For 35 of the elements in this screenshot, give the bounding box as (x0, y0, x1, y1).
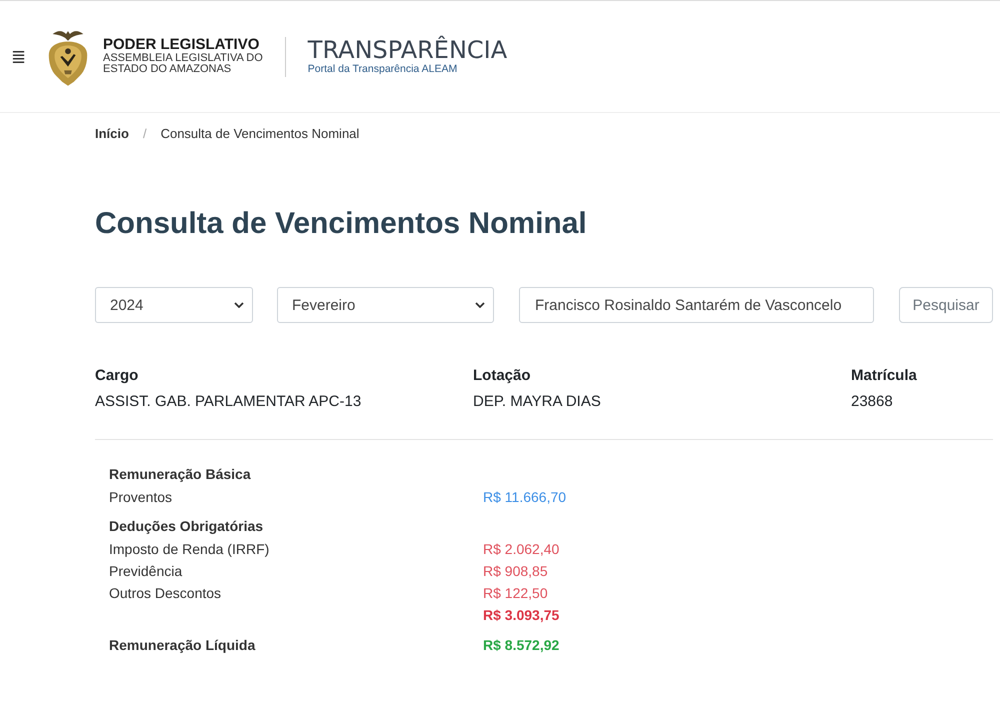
amount-value: R$ 908,85 (483, 563, 548, 579)
breadcrumb-item[interactable]: Início (95, 126, 129, 141)
organization-subtitle: ASSEMBLEIA LEGISLATIVA DO (103, 52, 263, 64)
chevron-icon (475, 302, 485, 308)
month-select[interactable]: Fevereiro (277, 287, 494, 323)
portal-subtitle: Portal da Transparência ALEAM (308, 64, 458, 75)
organization-title: PODER LEGISLATIVO (103, 37, 260, 53)
search-button[interactable]: Pesquisar (899, 287, 993, 323)
page-title: Consulta de Vencimentos Nominal (95, 207, 588, 242)
chevron-icon (234, 302, 244, 308)
info-label: Lotação (473, 367, 532, 384)
portal-title: TRANSPARÊNCIA (308, 38, 508, 64)
year-select[interactable]: 2024 (95, 287, 253, 323)
amount-value: R$ 8.572,92 (483, 637, 560, 653)
info-value: 23868 (851, 393, 894, 410)
amount-value: R$ 122,50 (483, 585, 548, 601)
amount-value: R$ 3.093,75 (483, 607, 560, 623)
summary-label: Remuneração Líquida (109, 637, 256, 653)
breadcrumb-separator: / (142, 126, 147, 141)
breadcrumb-item: Consulta de Vencimentos Nominal (160, 126, 360, 141)
organization-subtitle: ESTADO DO AMAZONAS (103, 64, 232, 76)
summary-label: Previdência (109, 563, 182, 579)
summary-label: Imposto de Renda (IRRF) (109, 541, 270, 557)
info-label: Cargo (95, 367, 140, 384)
info-value: ASSIST. GAB. PARLAMENTAR APC-13 (95, 393, 362, 410)
name-input[interactable]: Francisco Rosinaldo Santarém de Vasconcelo (519, 287, 874, 323)
menu-icon[interactable]: ≣ (11, 46, 31, 68)
summary-label: Remuneração Básica (109, 466, 251, 482)
info-value: DEP. MAYRA DIAS (473, 393, 602, 410)
amount-value: R$ 11.666,70 (483, 489, 566, 505)
amount-value: R$ 2.062,40 (483, 541, 560, 557)
summary-label: Outros Descontos (109, 585, 222, 601)
summary-label: Deduções Obrigatórias (109, 518, 264, 534)
summary-label: Proventos (109, 489, 172, 505)
info-label: Matrícula (851, 367, 918, 384)
